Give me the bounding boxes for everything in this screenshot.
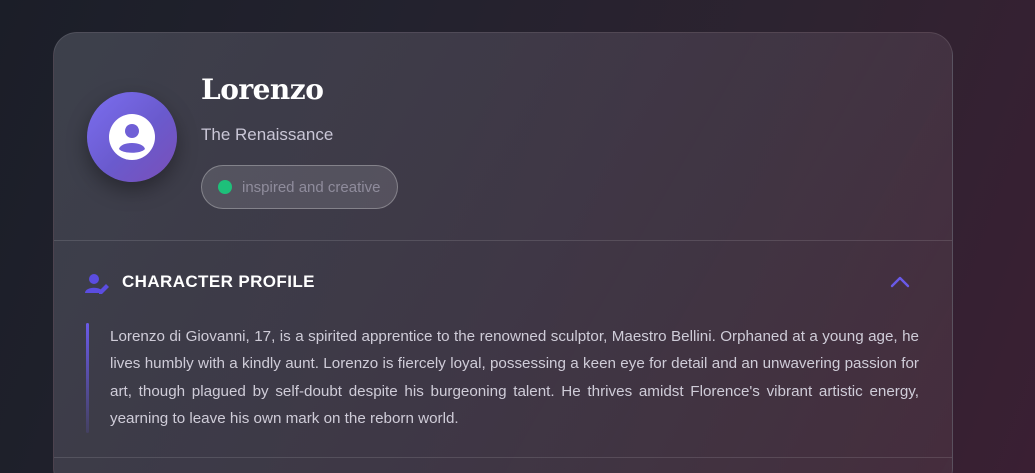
profile-section-header[interactable]: CHARACTER PROFILE (54, 241, 952, 323)
user-edit-icon (85, 273, 111, 300)
character-header: Lorenzo The Renaissance inspired and cre… (54, 33, 952, 240)
character-name: Lorenzo (201, 73, 324, 106)
description-text: Lorenzo di Giovanni, 17, is a spirited a… (110, 328, 919, 427)
character-card: Lorenzo The Renaissance inspired and cre… (53, 32, 953, 473)
mood-label: inspired and creative (242, 178, 381, 196)
profile-description: Lorenzo di Giovanni, 17, is a spirited a… (86, 323, 919, 451)
chevron-up-icon[interactable] (890, 275, 910, 293)
section-divider (54, 457, 952, 458)
description-accent-bar (86, 323, 89, 433)
profile-section-title: CHARACTER PROFILE (122, 272, 315, 291)
mood-badge: inspired and creative (201, 165, 399, 209)
mood-status-dot (218, 180, 232, 194)
avatar (87, 92, 177, 182)
character-era: The Renaissance (201, 125, 334, 144)
user-icon (109, 114, 155, 160)
